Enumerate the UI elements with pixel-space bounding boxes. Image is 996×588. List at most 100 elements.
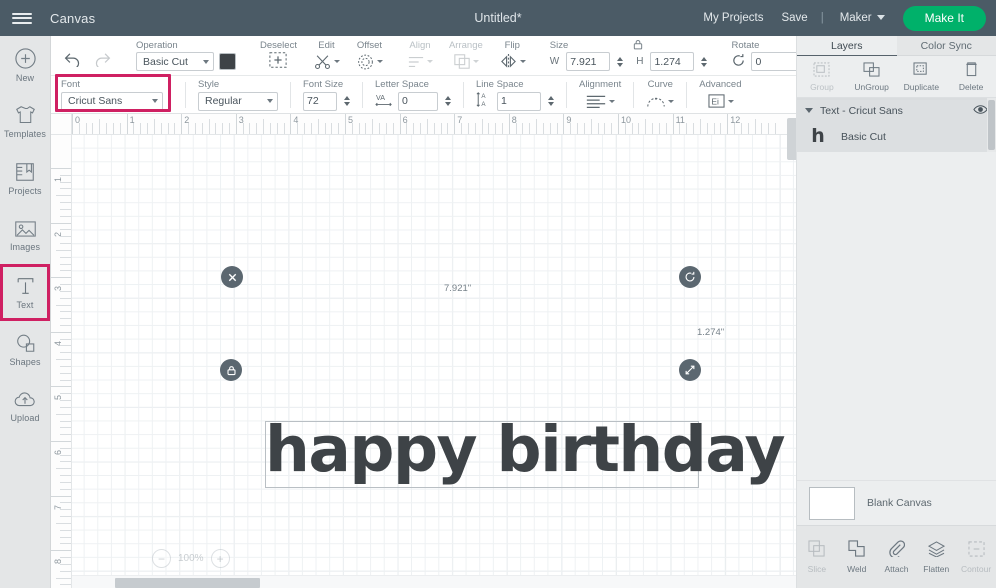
ruler-minor-tick	[385, 123, 387, 134]
ruler-minor-tick	[515, 123, 517, 134]
operation-select[interactable]: Basic Cut	[136, 52, 214, 71]
plus-circle-icon	[14, 47, 37, 70]
save-button[interactable]: Save	[772, 12, 816, 24]
ruler-minor-tick	[638, 123, 640, 134]
layer-scroll-thumb[interactable]	[988, 100, 995, 150]
sidebar-item-text[interactable]: Text	[0, 264, 50, 321]
edit-button[interactable]	[313, 53, 340, 71]
ruler-major-tick	[51, 222, 71, 224]
sidebar-label-upload: Upload	[10, 413, 40, 423]
contour-button: Contour	[956, 540, 996, 574]
deselect-group: Deselect	[252, 36, 305, 75]
hamburger-menu-icon[interactable]	[0, 0, 44, 36]
line-space-input[interactable]	[497, 91, 541, 111]
text-align-button[interactable]	[585, 93, 616, 109]
canvas-swatch[interactable]	[809, 486, 855, 520]
layer-scroll-track[interactable]	[987, 98, 996, 152]
tab-color-sync[interactable]: Color Sync	[896, 36, 996, 56]
sidebar-item-new[interactable]: New	[0, 36, 50, 93]
machine-selector[interactable]: Maker	[828, 12, 891, 24]
font-size-stepper[interactable]	[344, 96, 350, 106]
slice-label: Slice	[807, 564, 827, 574]
svg-text:A: A	[481, 101, 486, 108]
delete-button[interactable]: Delete	[946, 56, 996, 97]
scrollbar-thumb[interactable]	[115, 578, 260, 588]
weld-button[interactable]: Weld	[837, 540, 877, 574]
sidebar-item-images[interactable]: Images	[0, 207, 50, 264]
lock-icon[interactable]	[633, 39, 644, 53]
ruler-minor-tick	[481, 119, 483, 134]
line-space-stepper[interactable]	[548, 96, 554, 106]
svg-text:A: A	[481, 93, 486, 100]
zoom-in-button[interactable]: +	[210, 549, 230, 568]
flatten-button[interactable]: Flatten	[916, 540, 956, 574]
svg-text:VA: VA	[376, 94, 385, 102]
sidebar-item-shapes[interactable]: Shapes	[0, 321, 50, 378]
eye-icon[interactable]	[973, 104, 988, 118]
ruler-minor-tick	[379, 123, 381, 134]
weld-icon	[848, 540, 866, 560]
letter-space-input[interactable]	[398, 91, 438, 111]
delete-handle[interactable]	[221, 266, 243, 288]
ruler-minor-tick	[338, 123, 340, 134]
flip-button[interactable]	[499, 53, 526, 70]
undo-icon[interactable]	[63, 51, 82, 70]
style-select[interactable]: Regular	[198, 91, 278, 111]
tshirt-icon	[14, 105, 37, 126]
attach-button[interactable]: Attach	[877, 540, 917, 574]
my-projects-link[interactable]: My Projects	[694, 12, 772, 24]
deselect-icon[interactable]	[268, 51, 288, 72]
curve-button[interactable]	[646, 94, 675, 109]
canvas-grid[interactable]: happy birthday 7.921" 1.274" − 100% +	[72, 135, 796, 588]
ruler-minor-tick	[488, 123, 490, 134]
group-label: Group	[810, 81, 834, 92]
layer-group-header[interactable]: Text - Cricut Sans	[797, 100, 996, 121]
width-input[interactable]	[566, 52, 611, 71]
ruler-minor-tick	[324, 123, 326, 134]
artwork-text[interactable]: happy birthday	[265, 411, 786, 489]
panel-collapse-handle[interactable]	[787, 118, 796, 160]
operation-color-swatch[interactable]	[219, 53, 236, 70]
letter-space-stepper[interactable]	[445, 96, 451, 106]
offset-button[interactable]	[356, 53, 383, 71]
font-size-input[interactable]	[303, 91, 337, 111]
ruler-minor-tick	[433, 123, 435, 134]
font-size-group: Font Size	[295, 76, 358, 114]
ungroup-button[interactable]: UnGroup	[847, 56, 897, 97]
canvas-horizontal-scrollbar[interactable]	[72, 575, 796, 588]
ruler-minor-tick	[467, 123, 469, 134]
chevron-down-icon[interactable]	[805, 108, 813, 113]
canvas-area[interactable]: 0 1 2 3 4 5 6 7 8 9 10 11 12 12345678 happy birthday…	[51, 114, 796, 588]
ruler-minor-tick	[263, 119, 265, 134]
rotate-handle[interactable]	[679, 266, 701, 288]
layer-row[interactable]: h Basic Cut	[797, 121, 996, 152]
chevron-down-icon	[376, 60, 383, 63]
redo-icon[interactable]	[93, 51, 112, 70]
canvas-layer-row[interactable]: Blank Canvas	[797, 480, 996, 525]
lock-handle[interactable]	[220, 359, 242, 381]
sidebar-item-projects[interactable]: Projects	[0, 150, 50, 207]
sidebar-item-templates[interactable]: Templates	[0, 93, 50, 150]
group-icon	[813, 61, 830, 80]
make-it-button[interactable]: Make It	[902, 5, 986, 31]
height-input[interactable]	[650, 52, 695, 71]
ruler-minor-tick	[60, 174, 71, 176]
ruler-minor-tick	[413, 123, 415, 134]
height-stepper[interactable]	[701, 56, 708, 67]
ruler-minor-tick	[60, 188, 71, 190]
width-stepper[interactable]	[617, 56, 624, 67]
ruler-minor-tick	[310, 123, 312, 134]
advanced-button[interactable]: Ei	[707, 93, 734, 109]
ruler-minor-tick	[577, 123, 579, 134]
resize-handle[interactable]	[679, 359, 701, 381]
delete-icon	[964, 61, 979, 80]
duplicate-label: Duplicate	[903, 81, 940, 92]
font-select[interactable]: Cricut Sans	[61, 91, 163, 111]
duplicate-button[interactable]: Duplicate	[897, 56, 947, 97]
ruler-minor-tick	[631, 123, 633, 134]
sidebar-item-upload[interactable]: Upload	[0, 378, 50, 435]
tab-layers[interactable]: Layers	[797, 36, 897, 56]
zoom-out-button[interactable]: −	[152, 549, 171, 568]
rotate-input[interactable]	[751, 52, 800, 71]
ruler-minor-tick	[99, 119, 101, 134]
